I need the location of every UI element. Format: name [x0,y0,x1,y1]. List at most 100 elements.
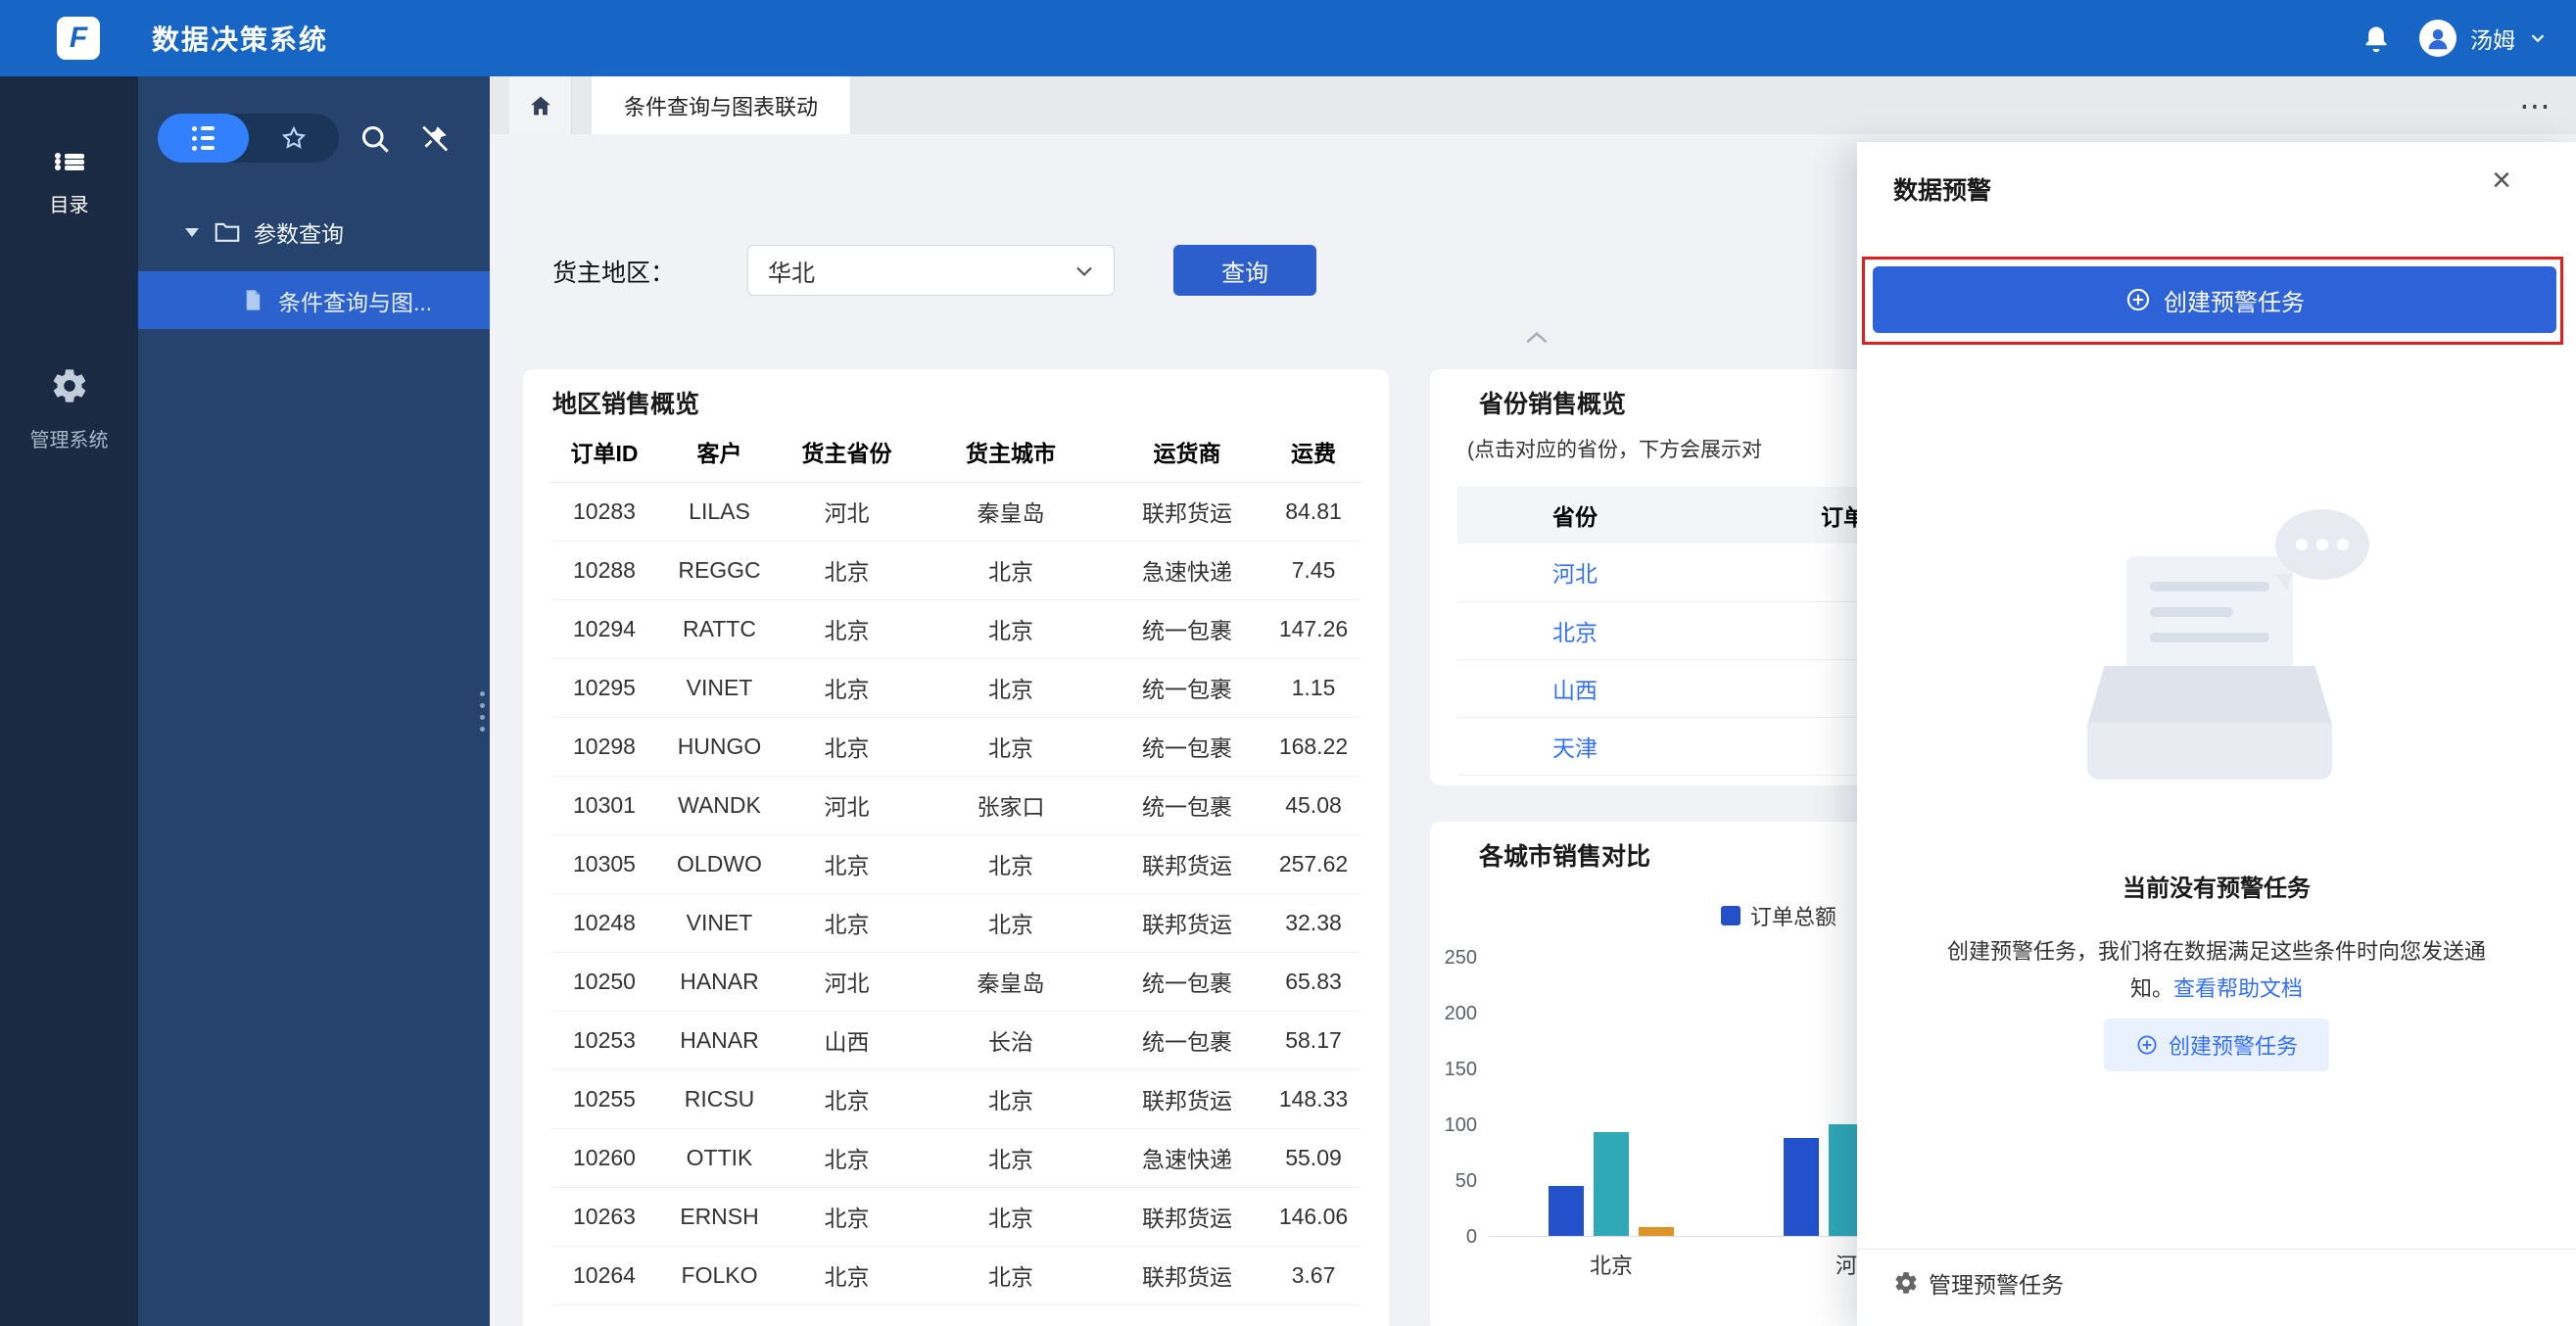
divider [1857,1249,2576,1250]
cell-province: 北京 [781,599,913,658]
user-avatar[interactable] [2419,20,2457,57]
cell-customer: HANAR [658,1011,781,1069]
scroll-up-indicator-icon[interactable] [1524,330,1550,346]
table-row: 10283 LILAS 河北 秦皇岛 联邦货运 84.81 [550,482,1361,541]
cell-order-id: 10264 [550,1246,658,1304]
cell-province: 北京 [781,658,913,717]
tab-bar: 条件查询与图表联动 ⋯ [490,76,2576,134]
query-button[interactable]: 查询 [1173,245,1316,296]
y-axis-label: 0 [1430,1226,1477,1249]
cell-shipper: 联邦货运 [1109,834,1265,893]
sidebar-item-label: 目录 [0,189,138,217]
cell-customer: RATTC [658,599,781,658]
table-row: 10250 HANAR 河北 秦皇岛 统一包裹 65.83 [550,952,1361,1011]
create-alert-task-button[interactable]: 创建预警任务 [1873,266,2556,333]
data-alert-panel: 数据预警 × 创建预警任务 当前没有预警任务 创建预警任务，我们将在数据满足这些… [1857,142,2576,1326]
sidebar-item-admin[interactable]: 管理系统 [0,366,138,452]
unpin-icon[interactable] [416,121,452,157]
cell-province: 河北 [781,776,913,834]
cell-order-id: 10288 [550,541,658,599]
empty-state-description: 创建预警任务，我们将在数据满足这些条件时向您发送通 知。查看帮助文档 [1903,933,2530,1008]
y-axis-label: 150 [1430,1059,1477,1081]
chart-legend[interactable]: 订单总额 [1721,900,1837,931]
nav-favorites-button[interactable] [249,114,340,163]
province-link[interactable]: 北京 [1552,620,1598,645]
close-icon[interactable]: × [2492,164,2511,197]
region-sales-table: 订单ID 客户 货主省份 货主城市 运货商 运费 10283 LILAS 河北 … [550,421,1361,1305]
bar [1549,1186,1584,1236]
cell-customer: WANDK [658,776,781,834]
cell-freight: 1.15 [1265,658,1361,717]
user-name[interactable]: 汤姆 [2470,22,2515,55]
cell-city: 北京 [913,541,1109,599]
help-doc-link[interactable]: 查看帮助文档 [2173,976,2303,1001]
footer-label: 管理预警任务 [1929,1266,2064,1300]
cell-shipper: 统一包裹 [1109,717,1265,776]
cell-freight: 32.38 [1265,893,1361,952]
directory-icon [55,153,84,170]
cell-city: 北京 [913,834,1109,893]
button-label: 创建预警任务 [2169,1029,2298,1061]
table-row: 10301 WANDK 河北 张家口 统一包裹 45.08 [550,776,1361,834]
panel-resize-handle[interactable] [476,686,488,736]
cell-city: 北京 [913,1187,1109,1246]
cell-customer: HANAR [658,952,781,1011]
cell-shipper: 急速快递 [1109,1128,1265,1187]
cell-province: 山西 [781,1011,913,1069]
manage-alert-tasks-button[interactable]: 管理预警任务 [1893,1266,2064,1300]
x-axis-label: 北京 [1552,1249,1670,1280]
province-hint-text: (点击对应的省份，下方会展示对 [1467,434,1762,463]
sidebar-item-directory[interactable]: 目录 [0,153,138,217]
region-select[interactable]: 华北 [747,245,1115,296]
cell-order-id: 10260 [550,1128,658,1187]
circle-plus-icon [2124,286,2152,313]
main-sidebar: 目录 管理系统 [0,76,138,1326]
cell-order-id: 10283 [550,482,658,541]
notification-bell-icon[interactable] [2359,21,2394,56]
tab-home[interactable] [509,76,572,134]
tab-active[interactable]: 条件查询与图表联动 [592,76,850,134]
gear-icon [1893,1270,1919,1296]
cell-shipper: 统一包裹 [1109,952,1265,1011]
empty-state-title: 当前没有预警任务 [1857,869,2576,903]
search-icon[interactable] [358,121,393,157]
card-title: 各城市销售对比 [1479,837,1650,873]
chevron-down-icon [1073,260,1096,283]
cell-shipper: 统一包裹 [1109,658,1265,717]
cell-order-id: 10305 [550,834,658,893]
app-logo-icon: F [57,17,100,60]
card-title: 地区销售概览 [552,385,699,420]
cell-order-id: 10301 [550,776,658,834]
table-row: 10260 OTTIK 北京 北京 急速快递 55.09 [550,1128,1361,1187]
cell-freight: 146.06 [1265,1187,1361,1246]
create-alert-task-secondary-button[interactable]: 创建预警任务 [2104,1018,2329,1071]
cell-order-id: 10263 [550,1187,658,1246]
cell-shipper: 急速快递 [1109,541,1265,599]
star-icon [280,124,308,152]
province-link[interactable]: 山西 [1552,678,1598,703]
user-menu-chevron-down-icon[interactable] [2527,27,2549,49]
cell-order-id: 10250 [550,952,658,1011]
tree-item-selected[interactable]: 条件查询与图... [138,271,490,329]
empty-state-illustration [2079,509,2354,793]
bar [1594,1132,1629,1236]
cell-city: 秦皇岛 [913,952,1109,1011]
nav-list-view-button[interactable] [158,114,249,163]
nav-panel: 参数查询 条件查询与图... [138,76,490,1326]
cell-customer: OLDWO [658,834,781,893]
tree-expand-caret-icon[interactable] [185,228,199,237]
report-file-icon [240,287,266,313]
bar [1639,1227,1674,1236]
cell-shipper: 联邦货运 [1109,1246,1265,1304]
cell-province: 北京 [781,1187,913,1246]
column-header: 省份 [1457,487,1693,544]
province-link[interactable]: 天津 [1552,735,1598,761]
table-header-row: 订单ID 客户 货主省份 货主城市 运货商 运费 [550,421,1361,482]
cell-province: 北京 [781,834,913,893]
tree-folder-params-query[interactable]: 参数查询 [138,208,490,257]
home-icon [527,92,554,119]
province-link[interactable]: 河北 [1552,561,1598,587]
tab-overflow-menu-icon[interactable]: ⋯ [2519,76,2551,134]
cell-province: 北京 [781,1246,913,1304]
cell-province: 北京 [781,1069,913,1128]
